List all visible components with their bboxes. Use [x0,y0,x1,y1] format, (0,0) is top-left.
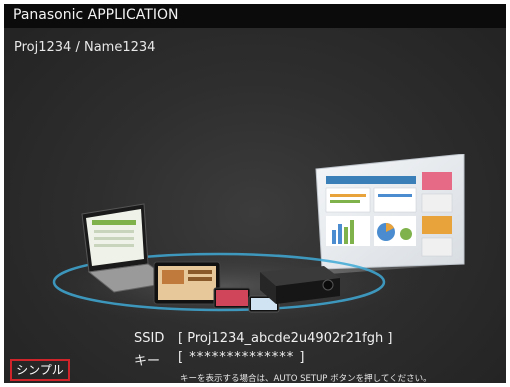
devices-illustration [44,154,465,326]
key-label: キー [134,354,161,369]
tablet-icon [153,261,221,305]
ssid-value: [ Proj1234_abcde2u4902r21fgh ] [178,331,393,346]
smartphone-icon [213,287,251,309]
projected-screen-icon [315,154,465,270]
title-bar: Panasonic APPLICATION [4,4,506,28]
window-title: Panasonic APPLICATION [13,7,179,23]
application-window: Panasonic APPLICATION Proj1234 / Name123… [4,4,506,383]
auto-setup-hint: キーを表示する場合は、AUTO SETUP ボタンを押してください。 [180,374,432,383]
ssid-label: SSID [134,331,165,346]
key-value: [ ************** ] [178,350,306,365]
project-name: Proj1234 / Name1234 [14,40,156,55]
simple-mode-button[interactable]: シンプル [10,359,70,381]
